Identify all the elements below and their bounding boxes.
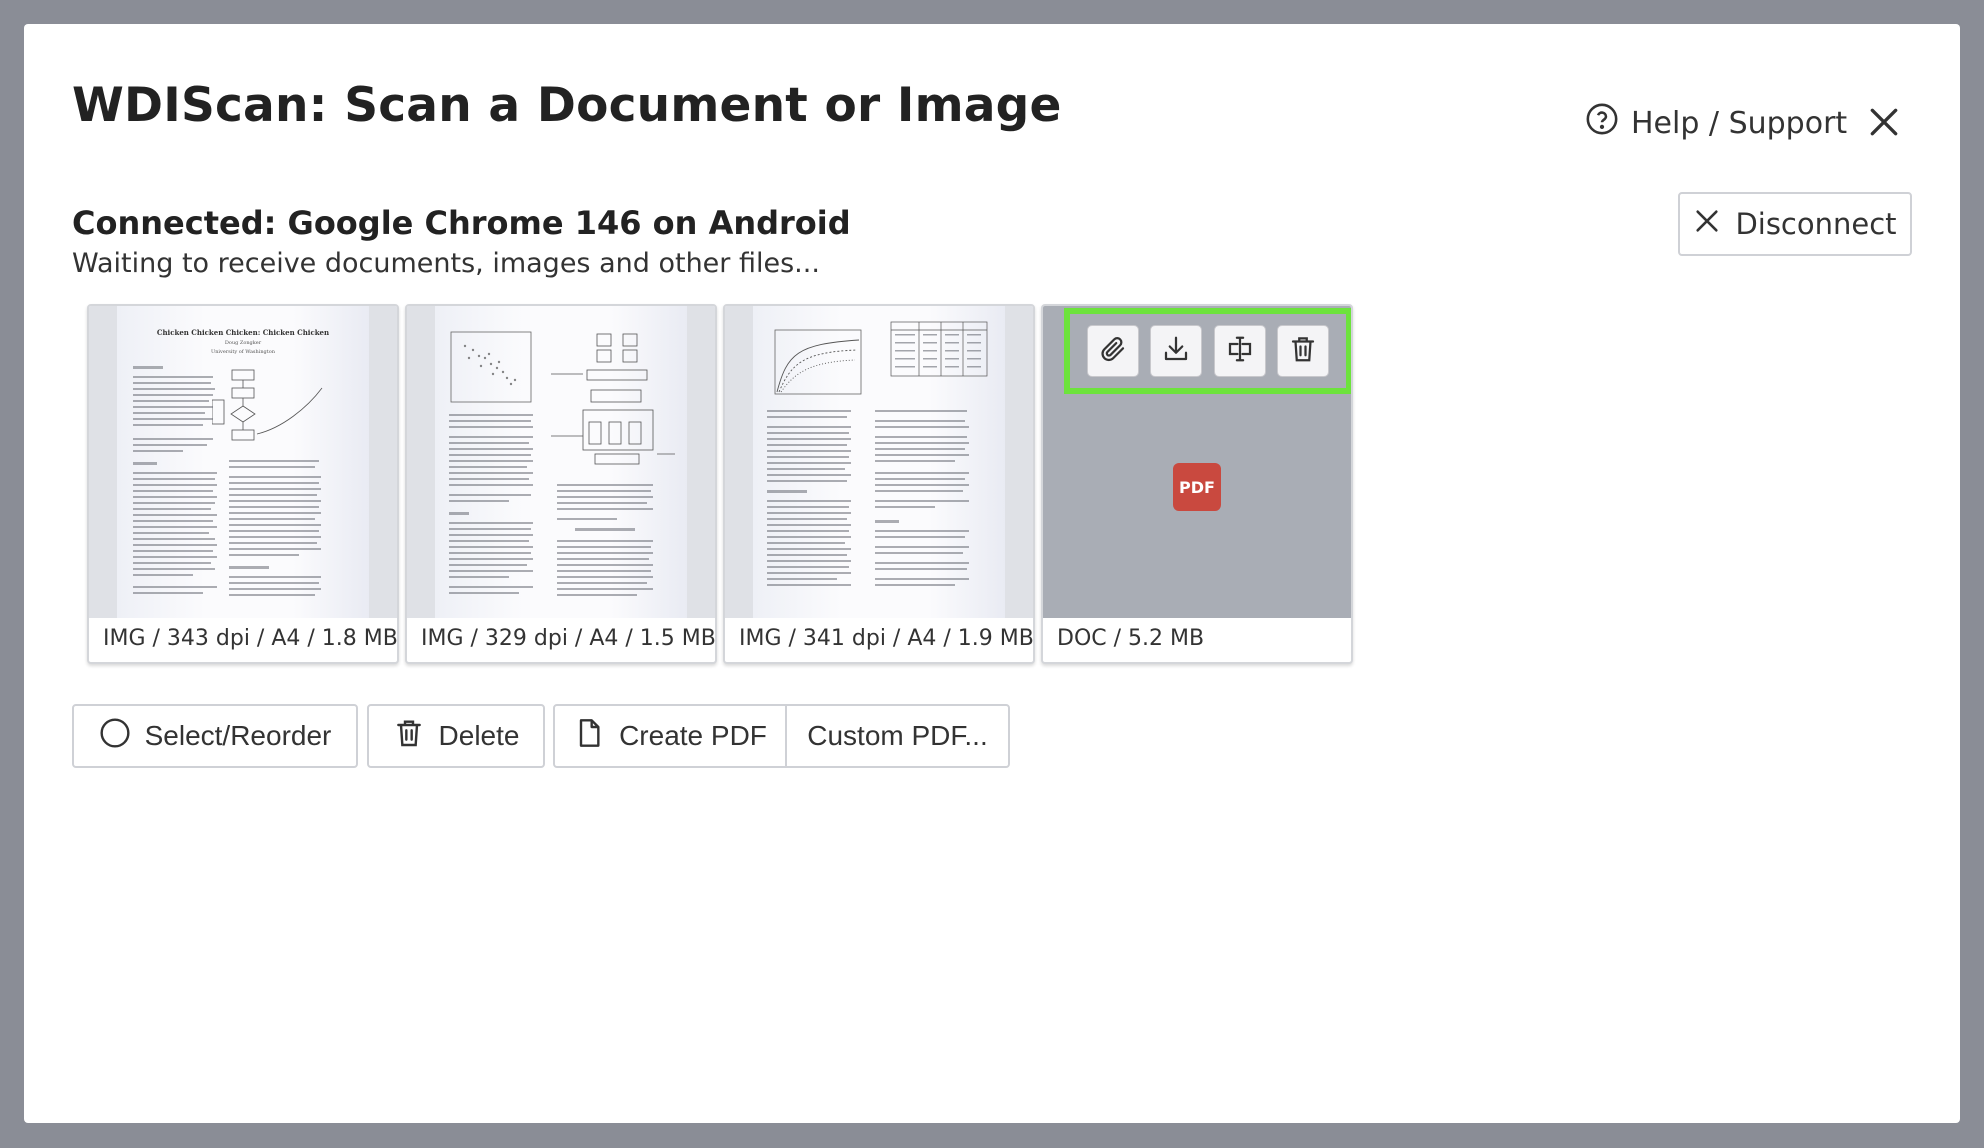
close-icon — [1693, 207, 1721, 242]
create-pdf-button[interactable]: Create PDF — [553, 704, 787, 768]
text-lines — [767, 410, 969, 586]
disconnect-button[interactable]: Disconnect — [1678, 192, 1912, 256]
file-card-selected[interactable]: PDF DOC / 5.2 MB — [1041, 304, 1353, 664]
scatter-plot-figure — [450, 331, 532, 403]
rename-icon — [1225, 334, 1255, 368]
connection-status: Waiting to receive documents, images and… — [72, 248, 820, 279]
delete-label: Delete — [438, 720, 520, 751]
custom-pdf-label: Custom PDF... — [807, 720, 988, 751]
scan-dialog: WDIScan: Scan a Document or Image Help /… — [24, 24, 1960, 1123]
close-icon — [1864, 108, 1904, 146]
download-icon — [1161, 334, 1191, 368]
file-card[interactable]: IMG / 341 dpi / A4 / 1.9 MB — [723, 304, 1035, 664]
file-preview-image: Chicken Chicken Chicken: Chicken Chicken… — [89, 306, 397, 618]
file-preview-image — [725, 306, 1033, 618]
download-button[interactable] — [1150, 325, 1203, 377]
data-table-figure — [890, 321, 988, 377]
close-button[interactable] — [1864, 102, 1904, 142]
text-lines — [133, 366, 321, 596]
scanned-page: Chicken Chicken Chicken: Chicken Chicken… — [117, 306, 369, 618]
disconnect-label: Disconnect — [1735, 207, 1897, 241]
preview-heading: Chicken Chicken Chicken: Chicken Chicken — [156, 328, 330, 337]
delete-file-button[interactable] — [1276, 325, 1329, 377]
text-lines — [449, 414, 653, 596]
file-caption: IMG / 329 dpi / A4 / 1.5 MB — [421, 626, 716, 651]
trash-icon — [393, 717, 425, 756]
select-reorder-button[interactable]: Select/Reorder — [72, 704, 358, 768]
file-action-bar — [1064, 308, 1351, 394]
dialog-title: WDIScan: Scan a Document or Image — [72, 78, 1062, 133]
document-icon — [573, 717, 605, 756]
pdf-file-icon: PDF — [1173, 463, 1221, 511]
select-reorder-label: Select/Reorder — [144, 720, 332, 751]
paperclip-icon — [1098, 334, 1128, 368]
help-support-label: Help / Support — [1631, 105, 1848, 141]
connection-title: Connected: Google Chrome 146 on Android — [72, 204, 851, 242]
custom-pdf-button[interactable]: Custom PDF... — [786, 704, 1010, 768]
file-caption: IMG / 341 dpi / A4 / 1.9 MB — [739, 626, 1034, 651]
help-support-link[interactable]: Help / Support — [1585, 102, 1847, 144]
file-card[interactable]: IMG / 329 dpi / A4 / 1.5 MB — [405, 304, 717, 664]
create-pdf-label: Create PDF — [619, 720, 767, 751]
help-circle-icon — [1585, 102, 1619, 144]
trash-icon — [1288, 334, 1318, 368]
file-preview-doc: PDF — [1043, 306, 1351, 618]
file-card[interactable]: Chicken Chicken Chicken: Chicken Chicken… — [87, 304, 399, 664]
scanned-page — [753, 306, 1005, 618]
file-caption: DOC / 5.2 MB — [1057, 626, 1205, 651]
rename-button[interactable] — [1213, 325, 1266, 377]
delete-button[interactable]: Delete — [367, 704, 545, 768]
preview-author: Doug Zongker — [224, 340, 262, 346]
circle-icon — [99, 717, 131, 756]
line-chart-figure — [774, 329, 862, 395]
file-preview-image — [407, 306, 715, 618]
attach-button[interactable] — [1087, 325, 1140, 377]
scanned-page — [435, 306, 687, 618]
preview-affiliation: University of Washington — [211, 349, 275, 355]
file-caption: IMG / 343 dpi / A4 / 1.8 MB — [103, 626, 398, 651]
